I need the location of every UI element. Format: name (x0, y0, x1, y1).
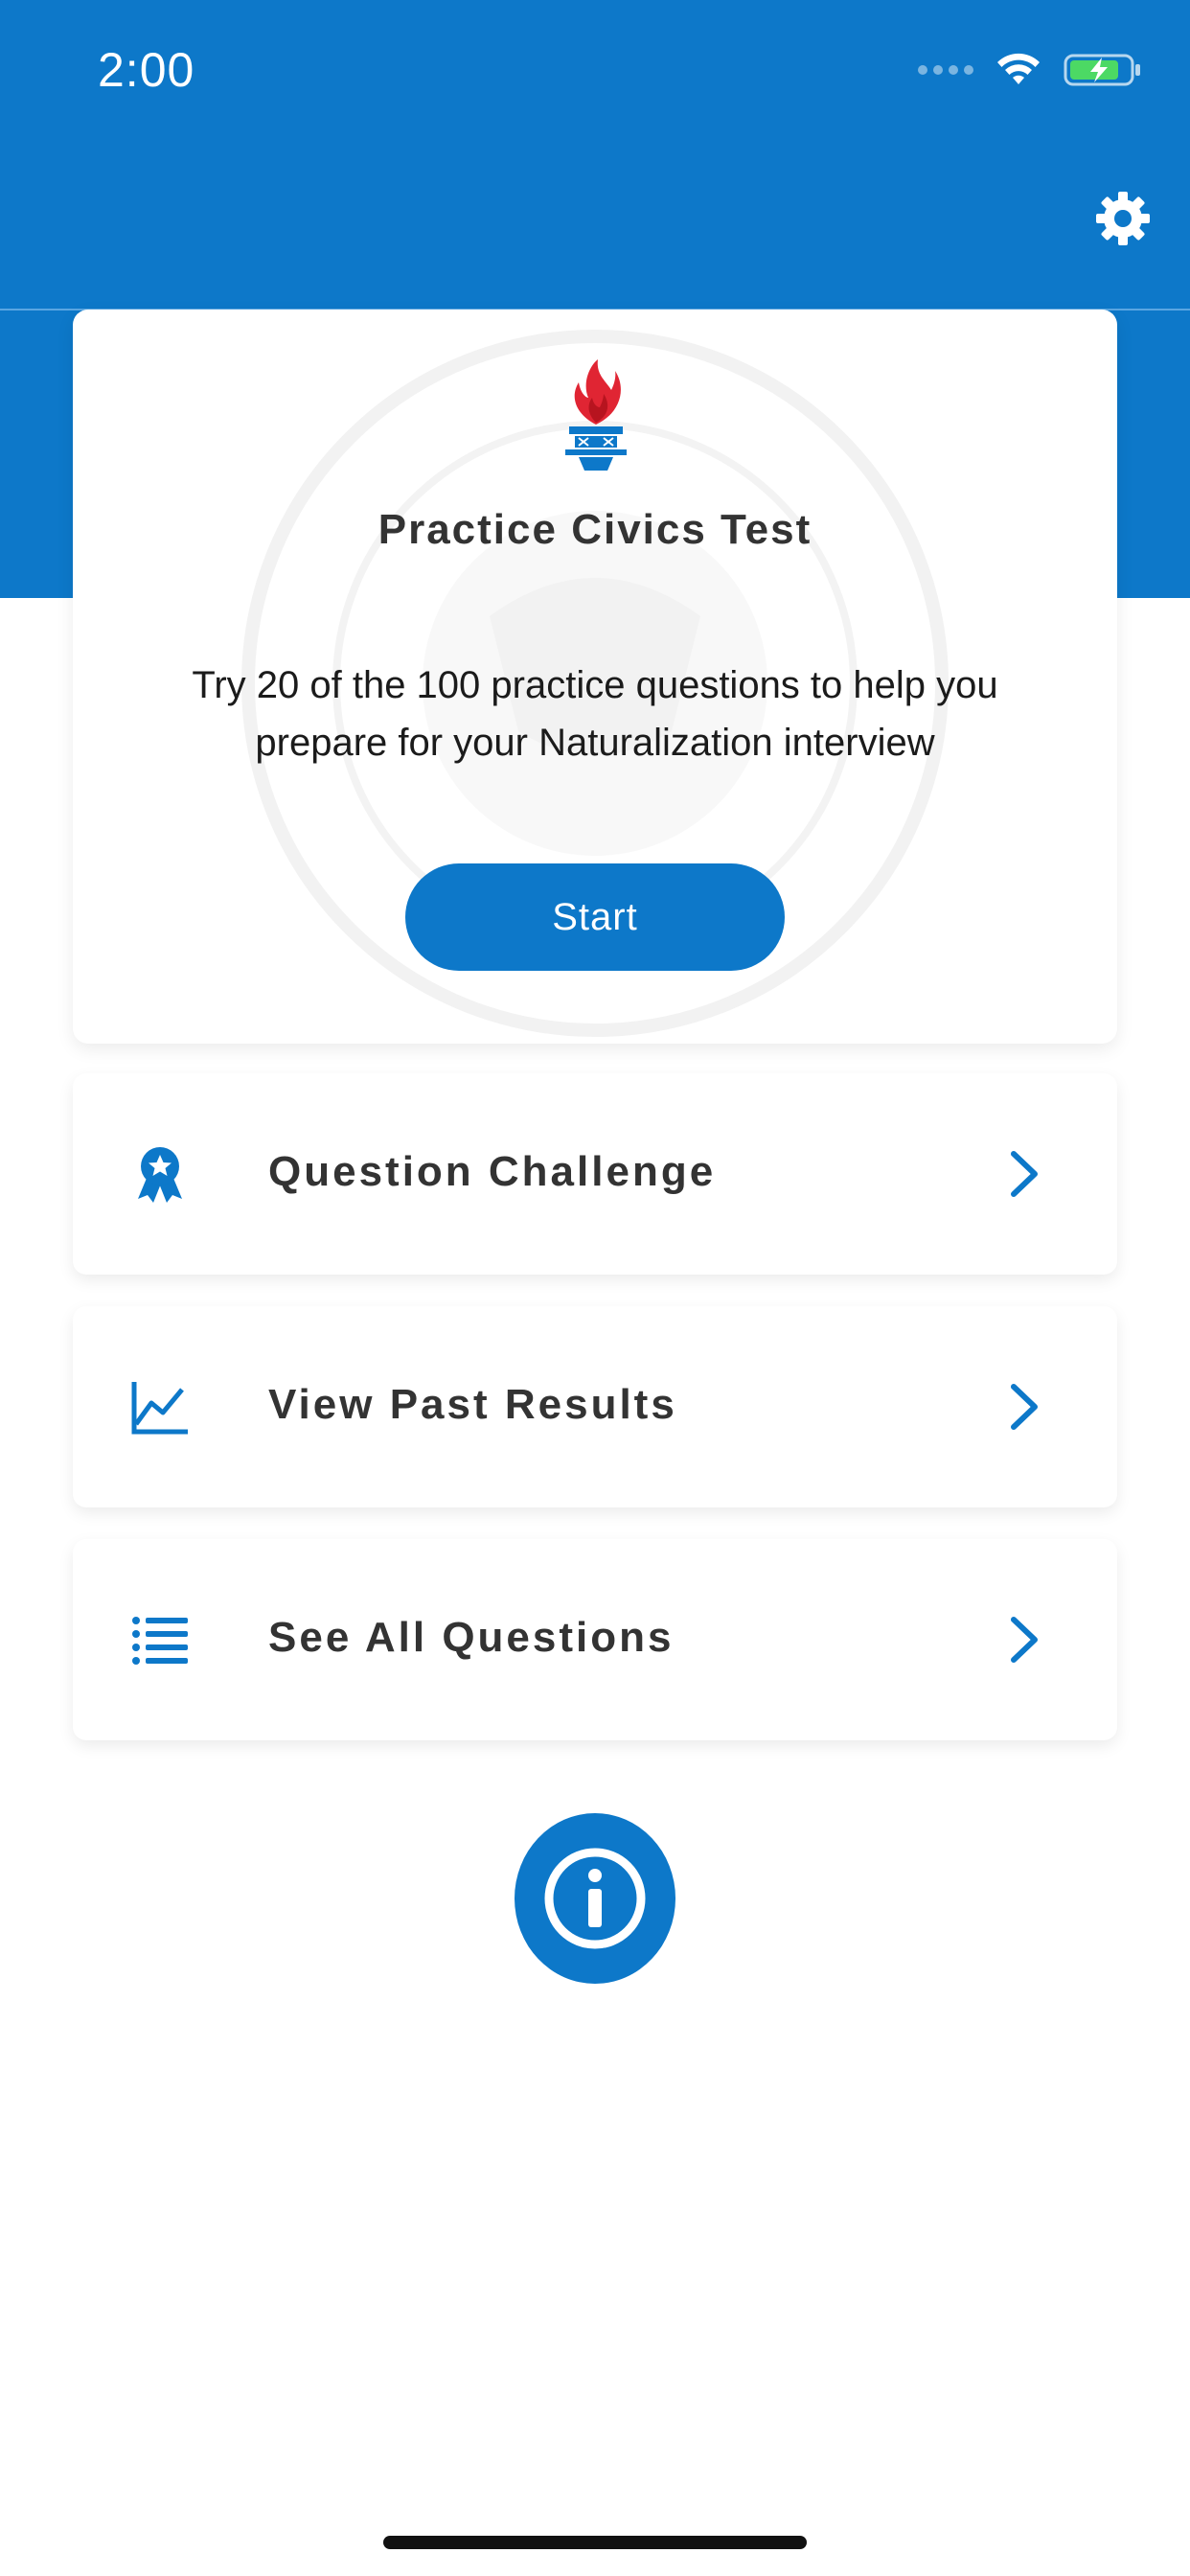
award-ribbon-icon (138, 1147, 182, 1203)
view-past-results-row[interactable]: View Past Results (73, 1306, 1117, 1507)
status-time: 2:00 (98, 43, 195, 97)
app-screen: 2:00 Practice Civics Test Try 20 of the … (0, 0, 1190, 2576)
info-button[interactable] (515, 1813, 675, 1984)
see-all-questions-row[interactable]: See All Questions (73, 1539, 1117, 1740)
chevron-right-icon (1011, 1384, 1038, 1430)
info-icon (544, 1848, 646, 1949)
start-button[interactable]: Start (405, 863, 785, 971)
see-all-questions-label: See All Questions (268, 1614, 675, 1661)
question-challenge-row[interactable]: Question Challenge (73, 1073, 1117, 1275)
question-challenge-label: Question Challenge (268, 1148, 717, 1195)
torch-icon (565, 359, 627, 471)
chevron-right-icon (1011, 1151, 1038, 1197)
card-description: Try 20 of the 100 practice questions to … (192, 664, 998, 764)
battery-charging-icon (1064, 54, 1140, 86)
card-title: Practice Civics Test (378, 506, 812, 553)
home-indicator (383, 2536, 807, 2549)
gear-icon[interactable] (1092, 188, 1154, 249)
practice-civics-card: Practice Civics Test Try 20 of the 100 p… (73, 310, 1117, 1044)
list-icon (132, 1617, 188, 1665)
line-chart-icon (131, 1382, 188, 1435)
status-icons (918, 52, 1142, 88)
wifi-icon (997, 53, 1040, 84)
cellular-signal-icon (918, 65, 973, 75)
chevron-right-icon (1011, 1617, 1038, 1663)
view-past-results-label: View Past Results (268, 1381, 677, 1428)
